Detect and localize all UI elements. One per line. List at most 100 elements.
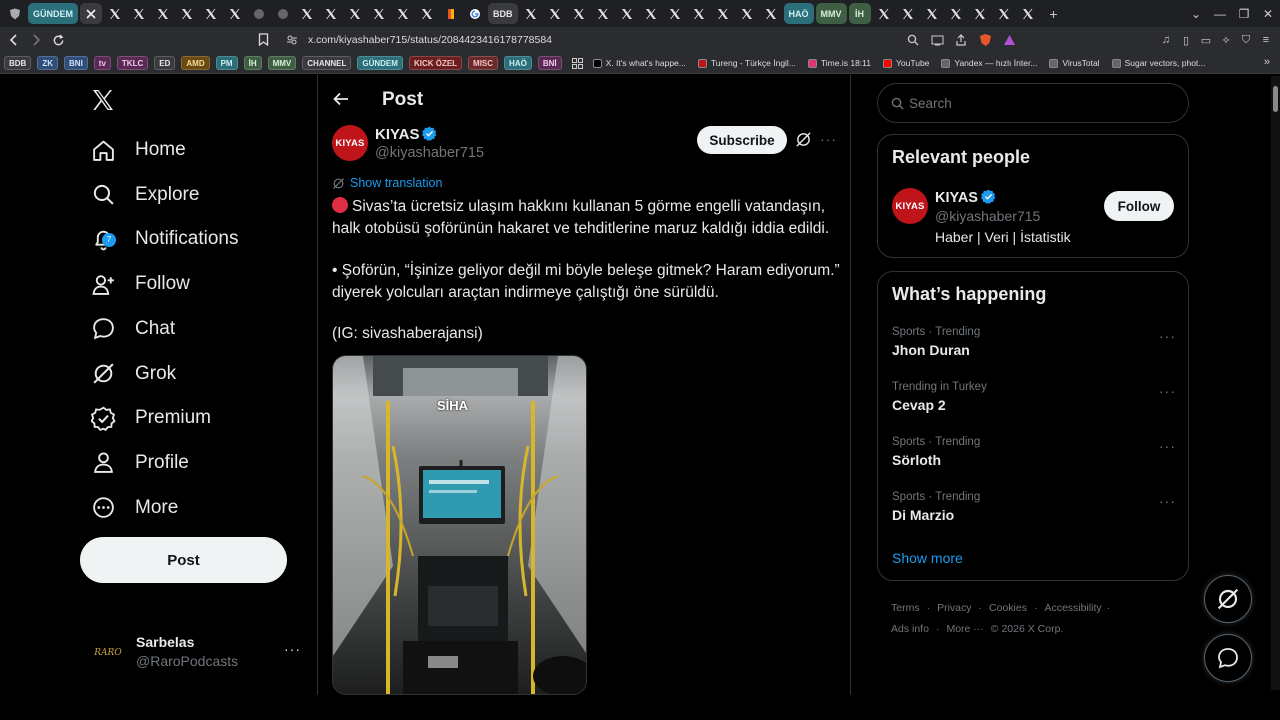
x-logo-icon[interactable]	[91, 88, 115, 112]
url-text[interactable]: x.com/kiyashaber715/status/2084423416178…	[308, 34, 552, 46]
browser-tab[interactable]	[688, 3, 710, 24]
back-icon[interactable]	[3, 29, 25, 51]
browser-tab[interactable]	[464, 3, 486, 24]
browser-tab-label[interactable]: BDB	[488, 3, 518, 24]
leo-icon[interactable]: ✧	[1216, 29, 1236, 51]
rewards-icon[interactable]	[999, 30, 1019, 50]
nav-item-profile[interactable]: Profile	[80, 441, 189, 485]
vpn-icon[interactable]: ⛉	[1236, 29, 1256, 51]
browser-tab-label[interactable]: MMV	[815, 3, 847, 24]
browser-tab[interactable]	[104, 3, 126, 24]
browser-tab-label[interactable]: İH	[848, 3, 871, 24]
grok-icon[interactable]	[795, 131, 812, 148]
bookmark-folder[interactable]: GÜNDEM	[357, 56, 403, 70]
bookmark-link[interactable]: VirusTotal	[1049, 56, 1100, 70]
author-name[interactable]: KIYAS	[375, 126, 419, 143]
trend-more-icon[interactable]: ···	[1159, 383, 1176, 399]
restore-button[interactable]: ❐	[1232, 0, 1256, 27]
browser-tab[interactable]	[296, 3, 318, 24]
close-window-button[interactable]: ✕	[1256, 0, 1280, 27]
footer-link-more[interactable]: More ···	[946, 623, 983, 635]
browser-tab[interactable]	[544, 3, 566, 24]
browser-tab[interactable]	[1017, 3, 1039, 24]
browser-tab[interactable]	[320, 3, 342, 24]
bookmark-folder[interactable]: BNI	[64, 56, 88, 70]
bookmark-folder[interactable]: PM	[215, 56, 238, 70]
brave-shield-icon[interactable]	[975, 30, 995, 50]
browser-tab[interactable]	[248, 3, 270, 24]
trend-more-icon[interactable]: ···	[1159, 438, 1176, 454]
bookmark-link[interactable]: YouTube	[883, 56, 929, 70]
browser-tab-label[interactable]: GÜNDEM	[28, 3, 78, 24]
trend-item[interactable]: Trending in Turkey Cevap 2 ···	[892, 381, 1176, 431]
follow-button[interactable]: Follow	[1104, 191, 1174, 221]
bookmark-folder[interactable]: HAÖ	[504, 56, 532, 70]
menu-icon[interactable]: ≡	[1256, 29, 1276, 51]
trend-item[interactable]: Sports · Trending Jhon Duran ···	[892, 326, 1176, 376]
grok-fab-button[interactable]	[1204, 575, 1252, 623]
browser-tab[interactable]	[520, 3, 542, 24]
browser-tab[interactable]	[760, 3, 782, 24]
bookmark-link[interactable]: X. It's what's happe...	[592, 56, 686, 70]
browser-tab[interactable]	[128, 3, 150, 24]
browser-tab[interactable]	[152, 3, 174, 24]
trend-more-icon[interactable]: ···	[1159, 328, 1176, 344]
show-translation-link[interactable]: Show translation	[350, 176, 442, 190]
nav-item-more[interactable]: More	[80, 486, 178, 530]
page-scrollbar[interactable]	[1271, 76, 1280, 690]
bookmark-folder[interactable]: MMV	[267, 56, 297, 70]
browser-tab[interactable]	[616, 3, 638, 24]
author-avatar[interactable]: KIYAS	[332, 125, 368, 161]
bookmark-folder[interactable]: CHANNEL	[302, 56, 352, 70]
nav-item-notifications[interactable]: 7 Notifications	[80, 217, 239, 261]
wallet-icon[interactable]: ▭	[1196, 29, 1216, 51]
search-box[interactable]	[877, 83, 1189, 123]
browser-tab[interactable]	[921, 3, 943, 24]
bookmark-folder[interactable]: ZK	[37, 56, 59, 70]
browser-tab[interactable]	[80, 3, 102, 24]
media-icon[interactable]: ♫	[1156, 29, 1176, 51]
browser-tab-label[interactable]: HAÖ	[783, 3, 814, 24]
tab-search-icon[interactable]: ⌄	[1184, 0, 1208, 27]
nav-item-premium[interactable]: Premium	[80, 396, 211, 440]
reload-icon[interactable]	[47, 29, 69, 51]
nav-item-chat[interactable]: Chat	[80, 307, 175, 351]
browser-tab[interactable]	[945, 3, 967, 24]
browser-tab[interactable]	[368, 3, 390, 24]
browser-tab[interactable]	[224, 3, 246, 24]
forward-icon[interactable]	[25, 29, 47, 51]
footer-link-privacy[interactable]: Privacy	[937, 602, 971, 614]
browser-tab[interactable]	[993, 3, 1015, 24]
trend-item[interactable]: Sports · Trending Sörloth ···	[892, 436, 1176, 486]
nav-item-home[interactable]: Home	[80, 128, 186, 172]
footer-link-cookies[interactable]: Cookies	[989, 602, 1027, 614]
relevant-name[interactable]: KIYAS	[935, 190, 978, 206]
bookmarks-overflow-icon[interactable]: »	[1264, 56, 1270, 68]
bookmark-link[interactable]: Yandex — hızlı İnter...	[941, 56, 1037, 70]
bookmark-folder[interactable]: ED	[154, 56, 176, 70]
bookmark-folder[interactable]: AMD	[181, 56, 210, 70]
new-tab-button[interactable]: +	[1045, 6, 1063, 22]
messages-fab-button[interactable]	[1204, 634, 1252, 682]
nav-item-follow[interactable]: Follow	[80, 262, 190, 306]
trend-item[interactable]: Sports · Trending Di Marzio ···	[892, 491, 1176, 541]
browser-tab[interactable]	[4, 3, 26, 24]
bookmark-folder[interactable]: KICK ÖZEL	[408, 56, 463, 70]
search-input[interactable]	[909, 95, 1169, 111]
scrollbar-thumb[interactable]	[1273, 86, 1278, 112]
show-more-link[interactable]: Show more	[892, 550, 963, 566]
post-video[interactable]: SİHA	[332, 355, 587, 695]
bookmark-folder[interactable]: BNİ	[537, 56, 562, 70]
site-info-icon[interactable]	[286, 34, 298, 46]
nav-item-explore[interactable]: Explore	[80, 173, 199, 217]
relevant-handle[interactable]: @kiyashaber715	[935, 208, 1040, 224]
nav-item-grok[interactable]: Grok	[80, 352, 176, 396]
browser-tab[interactable]	[592, 3, 614, 24]
share-icon[interactable]	[951, 30, 971, 50]
browser-tab[interactable]	[969, 3, 991, 24]
browser-tab[interactable]	[736, 3, 758, 24]
bookmark-link[interactable]: Tureng - Türkçe İngil...	[697, 56, 796, 70]
account-switcher[interactable]: RARO Sarbelas @RaroPodcasts ···	[90, 633, 310, 673]
browser-tab[interactable]	[200, 3, 222, 24]
bookmark-folder[interactable]: MISC	[468, 56, 499, 70]
